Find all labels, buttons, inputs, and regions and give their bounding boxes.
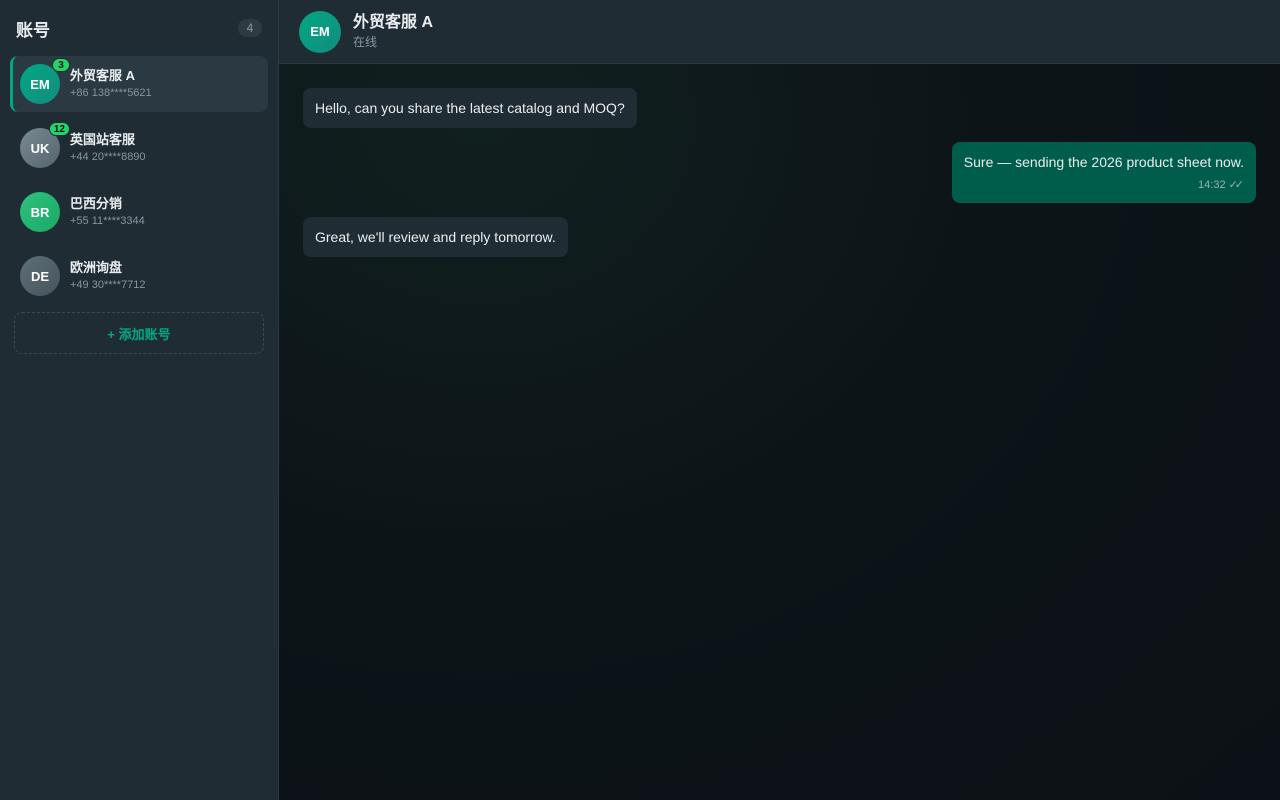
message-text: Hello, can you share the latest catalog … [315, 100, 625, 116]
account-name: 英国站客服 [70, 132, 136, 147]
account-item-br[interactable]: BR 巴西分销 +55 11****3344 [10, 184, 268, 240]
unread-badge: 12 [48, 122, 70, 136]
account-phone: +49 30****7712 [70, 279, 146, 291]
accounts-sidebar: 账号 4 EM 3 外贸客服 A +86 138****5621 UK 12 英… [0, 0, 279, 800]
message-text: Sure — sending the 2026 product sheet no… [963, 154, 1244, 170]
sidebar-header: 账号 4 [0, 0, 278, 56]
account-name: 巴西分销 [70, 196, 123, 211]
sidebar-title: 账号 [16, 20, 50, 40]
message-row-incoming: Great, we'll review and reply tomorrow. [303, 217, 1256, 257]
message-meta: 14:32 ✓✓ [964, 176, 1244, 194]
chat-pane: EM 外贸客服 A 在线 Hello, can you share the la… [279, 0, 1280, 800]
avatar-initials: DE [30, 268, 50, 284]
message-list: Hello, can you share the latest catalog … [279, 64, 1280, 800]
account-item-uk[interactable]: UK 12 英国站客服 +44 20****8890 [10, 120, 268, 176]
avatar-initials: BR [30, 204, 50, 220]
message-row-incoming: Hello, can you share the latest catalog … [303, 88, 1256, 128]
account-item-em[interactable]: EM 3 外贸客服 A +86 138****5621 [10, 56, 268, 112]
chat-contact-status: 在线 [353, 35, 378, 49]
chat-contact-name: 外贸客服 A [353, 14, 434, 31]
app-window: 账号 4 EM 3 外贸客服 A +86 138****5621 UK 12 英… [0, 0, 1280, 800]
chat-header: EM 外贸客服 A 在线 [279, 0, 1280, 64]
account-info: 欧洲询盘 +49 30****7712 [70, 259, 146, 293]
avatar: UK 12 [20, 122, 70, 168]
message-text: Great, we'll review and reply tomorrow. [315, 229, 556, 245]
avatar: DE [20, 256, 60, 296]
incoming-message-bubble[interactable]: Hello, can you share the latest catalog … [303, 88, 637, 128]
account-name: 欧洲询盘 [70, 260, 123, 275]
incoming-message-bubble[interactable]: Great, we'll review and reply tomorrow. [303, 217, 568, 257]
account-name: 外贸客服 A [70, 68, 136, 83]
avatar: EM 3 [20, 58, 70, 104]
account-info: 英国站客服 +44 20****8890 [70, 131, 146, 165]
account-phone: +86 138****5621 [70, 87, 152, 99]
account-count-badge: 4 [238, 19, 262, 37]
message-time: 14:32 [1198, 179, 1226, 191]
account-item-de[interactable]: DE 欧洲询盘 +49 30****7712 [10, 248, 268, 304]
message-row-outgoing: Sure — sending the 2026 product sheet no… [303, 142, 1256, 203]
read-receipt-icon: ✓✓ [1228, 179, 1245, 191]
account-list: EM 3 外贸客服 A +86 138****5621 UK 12 英国站客服 … [0, 56, 278, 354]
account-info: 巴西分销 +55 11****3344 [70, 195, 145, 229]
avatar-initials: EM [30, 76, 50, 92]
account-phone: +44 20****8890 [70, 151, 146, 163]
chat-contact-info: 外贸客服 A 在线 [353, 13, 433, 50]
avatar-initials: UK [30, 140, 50, 156]
unread-badge: 3 [52, 58, 70, 72]
account-info: 外贸客服 A +86 138****5621 [70, 67, 152, 101]
outgoing-message-bubble[interactable]: Sure — sending the 2026 product sheet no… [951, 142, 1256, 203]
avatar-initials: EM [310, 24, 330, 39]
add-account-button[interactable]: + 添加账号 [14, 312, 264, 354]
account-phone: +55 11****3344 [70, 215, 145, 227]
chat-avatar[interactable]: EM [299, 10, 341, 53]
avatar: BR [20, 192, 60, 232]
